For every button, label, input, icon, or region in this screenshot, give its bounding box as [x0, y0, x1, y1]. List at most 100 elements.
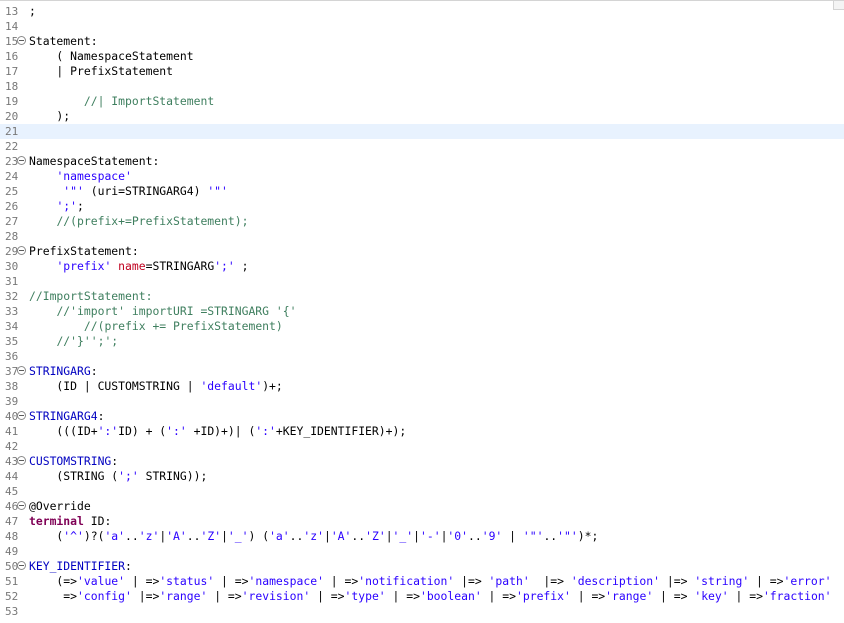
line-number: 18: [5, 80, 19, 93]
code-line[interactable]: 17 | PrefixStatement: [0, 64, 844, 79]
code-line[interactable]: 38 (ID | CUSTOMSTRING | 'default')+;: [0, 379, 844, 394]
code-line[interactable]: 39: [0, 394, 844, 409]
line-number: 16: [5, 50, 19, 63]
code-text[interactable]: 'namespace': [29, 169, 132, 184]
code-text[interactable]: Statement:: [29, 34, 98, 49]
code-token: =STRINGARG: [145, 259, 215, 273]
code-line[interactable]: 43 CUSTOMSTRING:: [0, 454, 844, 469]
fold-collapse-icon[interactable]: [17, 156, 26, 165]
code-token: 'namespace': [56, 169, 132, 183]
code-line[interactable]: 40 STRINGARG4:: [0, 409, 844, 424]
code-line[interactable]: 52 =>'config' |=>'range' | =>'revision' …: [0, 589, 844, 604]
current-code-line[interactable]: 21: [0, 124, 844, 139]
line-gutter: 42: [0, 439, 29, 454]
code-line[interactable]: 18: [0, 79, 844, 94]
code-text[interactable]: terminal ID:: [29, 514, 111, 529]
line-gutter: 48: [0, 529, 29, 544]
fold-collapse-icon[interactable]: [17, 246, 26, 255]
code-text[interactable]: //(prefix += PrefixStatement): [29, 319, 283, 334]
code-line[interactable]: 50 KEY_IDENTIFIER:: [0, 559, 844, 574]
code-line[interactable]: 41 (((ID+':'ID) + (':' +ID)+)| (':'+KEY_…: [0, 424, 844, 439]
code-line[interactable]: 24 'namespace': [0, 169, 844, 184]
code-line[interactable]: 35 //'}'';';: [0, 334, 844, 349]
code-text[interactable]: ;: [29, 4, 36, 19]
code-token: |=>: [131, 589, 160, 603]
fold-collapse-icon[interactable]: [17, 366, 26, 375]
line-number: 32: [5, 290, 19, 303]
code-editor[interactable]: 13; 14 15 Statement: 16 ( NamespaceStatement…: [0, 0, 844, 623]
code-token: | =>: [570, 589, 606, 603]
code-text[interactable]: ( NamespaceStatement: [29, 49, 194, 64]
code-token: 'namespace': [248, 574, 324, 588]
code-line[interactable]: 15 Statement:: [0, 34, 844, 49]
code-line[interactable]: 42: [0, 439, 844, 454]
code-text[interactable]: (ID | CUSTOMSTRING | 'default')+;: [29, 379, 282, 394]
fold-collapse-icon[interactable]: [17, 561, 26, 570]
code-line[interactable]: 13;: [0, 4, 844, 19]
code-text[interactable]: NamespaceStatement:: [29, 154, 159, 169]
code-text[interactable]: //'import' importURI =STRINGARG '{': [29, 304, 296, 319]
code-line[interactable]: 20 );: [0, 109, 844, 124]
code-line[interactable]: 51 (=>'value' | =>'status' | =>'namespac…: [0, 574, 844, 589]
code-text[interactable]: //| ImportStatement: [29, 94, 214, 109]
fold-collapse-icon[interactable]: [17, 456, 26, 465]
code-line[interactable]: 26 ';';: [0, 199, 844, 214]
code-line[interactable]: 22: [0, 139, 844, 154]
line-number: 44: [5, 470, 19, 483]
code-line[interactable]: 53: [0, 604, 844, 619]
code-token: |=>: [454, 574, 489, 588]
code-line[interactable]: 46 @Override: [0, 499, 844, 514]
code-text[interactable]: STRINGARG4:: [29, 409, 104, 424]
code-text[interactable]: PrefixStatement:: [29, 244, 139, 259]
code-line[interactable]: 33 //'import' importURI =STRINGARG '{': [0, 304, 844, 319]
code-text[interactable]: (((ID+':'ID) + (':' +ID)+)| (':'+KEY_IDE…: [29, 424, 406, 439]
code-text[interactable]: KEY_IDENTIFIER:: [29, 559, 132, 574]
fold-collapse-icon[interactable]: [17, 36, 26, 45]
code-line[interactable]: 29 PrefixStatement:: [0, 244, 844, 259]
code-lines[interactable]: 13; 14 15 Statement: 16 ( NamespaceStatement…: [0, 4, 844, 619]
code-text[interactable]: CUSTOMSTRING:: [29, 454, 118, 469]
code-line[interactable]: 19 //| ImportStatement: [0, 94, 844, 109]
code-token: ( NamespaceStatement: [29, 49, 194, 63]
line-gutter: 35: [0, 334, 29, 349]
code-line[interactable]: 16 ( NamespaceStatement: [0, 49, 844, 64]
code-text[interactable]: );: [29, 109, 70, 124]
code-text[interactable]: ';';: [29, 199, 83, 214]
code-line[interactable]: 36: [0, 349, 844, 364]
code-line[interactable]: 28: [0, 229, 844, 244]
code-line[interactable]: 23 NamespaceStatement:: [0, 154, 844, 169]
code-text[interactable]: (STRING (';' STRING));: [29, 469, 207, 484]
code-line[interactable]: 32 //ImportStatement:: [0, 289, 844, 304]
code-text[interactable]: //ImportStatement:: [29, 289, 152, 304]
code-text[interactable]: | PrefixStatement: [29, 64, 173, 79]
code-text[interactable]: STRINGARG:: [29, 364, 98, 379]
code-line[interactable]: 48 ('^')?('a'..'z'|'A'..'Z'|'_') ('a'..'…: [0, 529, 844, 544]
code-line[interactable]: 44 (STRING (';' STRING));: [0, 469, 844, 484]
code-line[interactable]: 25 '"' (uri=STRINGARG4) '"': [0, 184, 844, 199]
code-line[interactable]: 37 STRINGARG:: [0, 364, 844, 379]
code-line[interactable]: 30 'prefix' name=STRINGARG';' ;: [0, 259, 844, 274]
code-text[interactable]: 'prefix' name=STRINGARG';' ;: [29, 259, 248, 274]
code-text[interactable]: '"' (uri=STRINGARG4) '"': [29, 184, 228, 199]
code-text[interactable]: (=>'value' | =>'status' | =>'namespace' …: [29, 574, 831, 589]
code-text[interactable]: ('^')?('a'..'z'|'A'..'Z'|'_') ('a'..'z'|…: [29, 529, 598, 544]
code-line[interactable]: 31: [0, 274, 844, 289]
code-line[interactable]: 27 //(prefix+=PrefixStatement);: [0, 214, 844, 229]
code-line[interactable]: 14: [0, 19, 844, 34]
code-text[interactable]: =>'config' |=>'range' | =>'revision' | =…: [29, 589, 831, 604]
code-token: 'a': [104, 529, 126, 543]
line-number: 27: [5, 215, 19, 228]
code-token: 'Z': [200, 529, 222, 543]
code-token: |: [502, 529, 523, 543]
code-line[interactable]: 45: [0, 484, 844, 499]
code-text[interactable]: //(prefix+=PrefixStatement);: [29, 214, 248, 229]
code-text[interactable]: //'}'';';: [29, 334, 118, 349]
code-line[interactable]: 49: [0, 544, 844, 559]
code-line[interactable]: 47 terminal ID:: [0, 514, 844, 529]
fold-collapse-icon[interactable]: [17, 501, 26, 510]
fold-collapse-icon[interactable]: [17, 411, 26, 420]
code-line[interactable]: 34 //(prefix += PrefixStatement): [0, 319, 844, 334]
code-text[interactable]: @Override: [29, 499, 91, 514]
code-token: '"': [63, 184, 84, 198]
